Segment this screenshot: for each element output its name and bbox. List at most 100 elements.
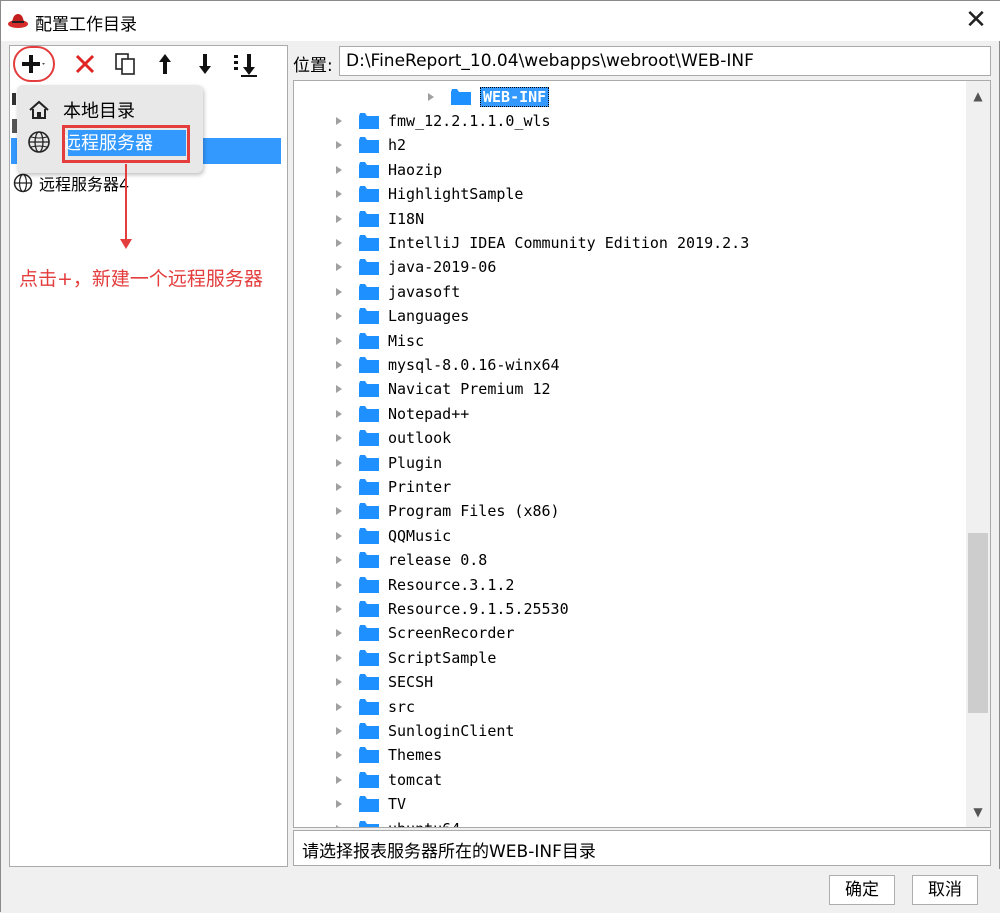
expand-arrow-icon[interactable] <box>426 92 436 102</box>
tree-row[interactable]: ScreenRecorder <box>334 621 514 645</box>
tree-row[interactable]: Navicat Premium 12 <box>334 377 551 401</box>
expand-arrow-icon[interactable] <box>334 702 344 712</box>
delete-button[interactable] <box>70 49 100 79</box>
vertical-scrollbar[interactable]: ▲ ▼ <box>966 81 990 827</box>
copy-icon <box>115 53 135 75</box>
tree-row[interactable]: Misc <box>334 329 424 353</box>
expand-arrow-icon[interactable] <box>334 165 344 175</box>
folder-tree: WEB-INF fmw_12.2.1.1.0_wls h2 Haozip Highli… <box>294 81 964 827</box>
tree-row[interactable]: Resource.3.1.2 <box>334 573 514 597</box>
tree-row[interactable]: HighlightSample <box>334 182 523 206</box>
expand-arrow-icon[interactable] <box>334 384 344 394</box>
expand-arrow-icon[interactable] <box>334 531 344 541</box>
expand-arrow-icon[interactable] <box>334 750 344 760</box>
expand-arrow-icon[interactable] <box>334 775 344 785</box>
tree-row[interactable]: Program Files (x86) <box>334 499 560 523</box>
menu-item-local-directory[interactable]: 本地目录 <box>27 95 135 125</box>
folder-icon <box>358 112 380 130</box>
move-up-button[interactable] <box>150 49 180 79</box>
expand-arrow-icon[interactable] <box>334 214 344 224</box>
expand-arrow-icon[interactable] <box>334 677 344 687</box>
expand-arrow-icon[interactable] <box>334 506 344 516</box>
folder-icon <box>358 600 380 618</box>
expand-arrow-icon[interactable] <box>334 189 344 199</box>
tree-row[interactable]: tomcat <box>334 768 442 792</box>
tree-item-remote-server-4[interactable]: 远程服务器4 <box>13 171 129 195</box>
tree-row-label: Plugin <box>388 453 443 472</box>
expand-arrow-icon[interactable] <box>334 409 344 419</box>
expand-arrow-icon[interactable] <box>334 604 344 614</box>
expand-arrow-icon[interactable] <box>334 458 344 468</box>
close-button[interactable]: ✕ <box>953 3 999 39</box>
folder-icon <box>358 185 380 203</box>
copy-button[interactable] <box>110 49 140 79</box>
expand-arrow-icon[interactable] <box>334 580 344 590</box>
tree-row[interactable]: TV <box>334 792 406 816</box>
tree-row[interactable]: QQMusic <box>334 524 451 548</box>
folder-icon <box>358 478 380 496</box>
expand-arrow-icon[interactable] <box>334 555 344 565</box>
expand-arrow-icon[interactable] <box>334 482 344 492</box>
folder-icon <box>358 649 380 667</box>
expand-arrow-icon[interactable] <box>334 287 344 297</box>
expand-arrow-icon[interactable] <box>334 653 344 663</box>
cancel-button[interactable]: 取消 <box>912 875 978 905</box>
folder-icon <box>358 405 380 423</box>
tree-row[interactable]: ubuntu64 <box>334 817 460 827</box>
tree-row[interactable]: release 0.8 <box>334 548 487 572</box>
scroll-up-arrow-icon[interactable]: ▲ <box>966 81 990 111</box>
tree-row-label: outlook <box>388 429 452 448</box>
tree-row[interactable]: fmw_12.2.1.1.0_wls <box>334 109 551 133</box>
tree-row-label: I18N <box>388 209 425 228</box>
expand-arrow-icon[interactable] <box>334 726 344 736</box>
tree-row[interactable]: Plugin <box>334 451 442 475</box>
expand-arrow-icon[interactable] <box>334 824 344 827</box>
tree-row[interactable]: SECSH <box>334 670 433 694</box>
tree-row[interactable]: Themes <box>334 743 442 767</box>
expand-arrow-icon[interactable] <box>334 140 344 150</box>
move-down-button[interactable] <box>190 49 220 79</box>
add-button-highlight-circle <box>13 46 55 82</box>
expand-arrow-icon[interactable] <box>334 311 344 321</box>
tree-row[interactable]: ScriptSample <box>334 646 496 670</box>
move-to-bottom-button[interactable] <box>230 49 260 79</box>
tree-row-label: ScriptSample <box>388 648 497 667</box>
tree-row[interactable]: Haozip <box>334 158 442 182</box>
tree-row[interactable]: src <box>334 695 415 719</box>
tree-row[interactable]: Printer <box>334 475 451 499</box>
tree-row[interactable]: Resource.9.1.5.25530 <box>334 597 569 621</box>
expand-arrow-icon[interactable] <box>334 116 344 126</box>
tree-row[interactable]: outlook <box>334 426 451 450</box>
tree-row[interactable]: java-2019-06 <box>334 255 496 279</box>
expand-arrow-icon[interactable] <box>334 262 344 272</box>
expand-arrow-icon[interactable] <box>334 360 344 370</box>
folder-icon <box>358 795 380 813</box>
tree-row-label: Languages <box>388 307 470 326</box>
location-field[interactable] <box>339 46 991 76</box>
folder-icon <box>358 673 380 691</box>
expand-arrow-icon[interactable] <box>334 799 344 809</box>
tree-row[interactable]: SunloginClient <box>334 719 514 743</box>
expand-arrow-icon[interactable] <box>334 628 344 638</box>
tree-row-selected[interactable]: WEB-INF <box>426 85 550 109</box>
tree-row-label: SunloginClient <box>388 722 515 740</box>
tree-row-label: javasoft <box>388 282 461 301</box>
tree-row-label: HighlightSample <box>388 185 524 204</box>
tree-row[interactable]: h2 <box>334 133 406 157</box>
scroll-thumb[interactable] <box>968 533 988 713</box>
expand-arrow-icon[interactable] <box>334 433 344 443</box>
scroll-down-arrow-icon[interactable]: ▼ <box>966 797 990 827</box>
ok-button[interactable]: 确定 <box>829 875 895 905</box>
folder-icon <box>358 332 380 350</box>
tree-row[interactable]: IntelliJ IDEA Community Edition 2019.2.3 <box>334 231 749 255</box>
folder-icon <box>358 551 380 569</box>
tree-row[interactable]: mysql-8.0.16-winx64 <box>334 353 560 377</box>
title-bar: 配置工作目录 ✕ <box>1 1 1000 41</box>
tree-row[interactable]: Languages <box>334 304 469 328</box>
tree-row[interactable]: Notepad++ <box>334 402 469 426</box>
tree-row[interactable]: I18N <box>334 207 424 231</box>
tree-row[interactable]: javasoft <box>334 280 460 304</box>
tree-row-label: Navicat Premium 12 <box>388 380 551 399</box>
expand-arrow-icon[interactable] <box>334 238 344 248</box>
expand-arrow-icon[interactable] <box>334 336 344 346</box>
